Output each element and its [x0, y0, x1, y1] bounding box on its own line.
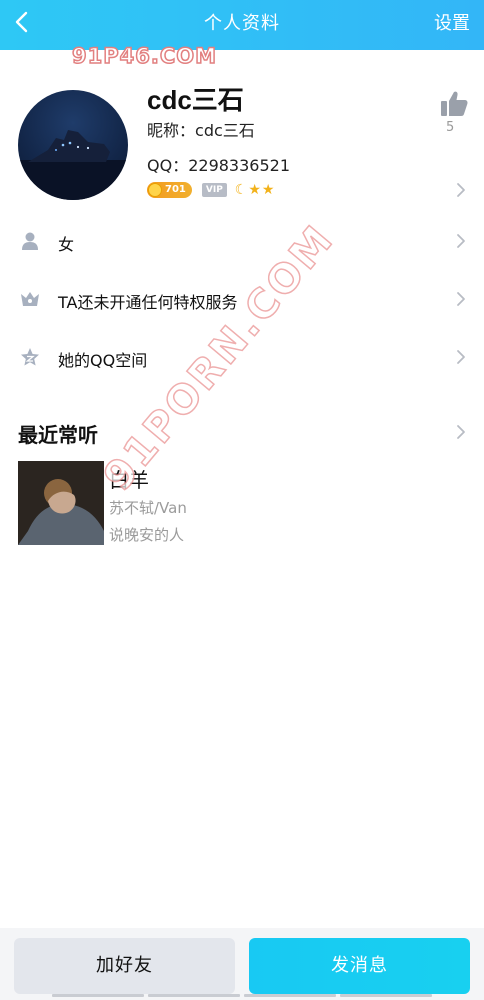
star-icon [20, 347, 40, 367]
chevron-right-icon [456, 233, 466, 249]
star-icon: ★ [261, 182, 275, 198]
chevron-right-icon [456, 291, 466, 307]
coin-icon [148, 183, 162, 197]
watermark-top: 91P46.COM [71, 43, 217, 69]
bottom-indicator [52, 994, 432, 997]
privilege-row[interactable]: TA还未开通任何特权服务 [0, 279, 484, 319]
vip-badge: VIP [201, 183, 227, 197]
qzone-row[interactable]: 她的QQ空间 [0, 337, 484, 377]
gender-row[interactable]: 女 [0, 221, 484, 261]
recent-music-title: 最近常听 [18, 423, 98, 447]
crown-icon [20, 289, 40, 309]
nickname-row: 昵称：cdc三石 [147, 117, 255, 141]
album-cover[interactable] [18, 461, 104, 545]
nickname-label: 昵称： [147, 121, 196, 140]
display-name: cdc三石 [147, 85, 244, 115]
badges[interactable]: 701 VIP ☾ ★ ★ [147, 181, 274, 199]
thumbs-up-icon [441, 91, 468, 116]
song-title[interactable]: 白羊 [109, 464, 149, 493]
chevron-right-icon [456, 349, 466, 365]
qq-label: QQ： [147, 156, 189, 175]
header-bar: 个人资料 设置 [0, 0, 484, 50]
send-message-button[interactable]: 发消息 [249, 938, 470, 994]
chevron-right-icon[interactable] [456, 424, 466, 440]
qq-number: 2298336521 [188, 156, 290, 175]
avatar[interactable] [18, 90, 128, 200]
song-album: 说晚安的人 [109, 526, 185, 544]
nickname-value: cdc三石 [195, 121, 255, 140]
qzone-text: 她的QQ空间 [58, 351, 148, 370]
moon-icon: ☾ [234, 182, 248, 198]
settings-button[interactable]: 设置 [434, 9, 470, 35]
level-icons: ☾ ★ ★ [235, 182, 275, 198]
like-count: 5 [446, 120, 455, 135]
qq-number-row: QQ：2298336521 [147, 152, 290, 176]
gender-text: 女 [58, 235, 75, 254]
chevron-right-icon[interactable] [456, 182, 466, 198]
add-friend-button[interactable]: 加好友 [14, 938, 235, 994]
star-icon: ★ [248, 182, 261, 198]
person-icon [20, 231, 40, 251]
like-button[interactable] [438, 88, 470, 120]
level-badge: 701 [147, 182, 192, 198]
privilege-text: TA还未开通任何特权服务 [58, 293, 238, 312]
page-title: 个人资料 [204, 13, 280, 34]
song-artist: 苏不轼/Van [109, 499, 187, 517]
